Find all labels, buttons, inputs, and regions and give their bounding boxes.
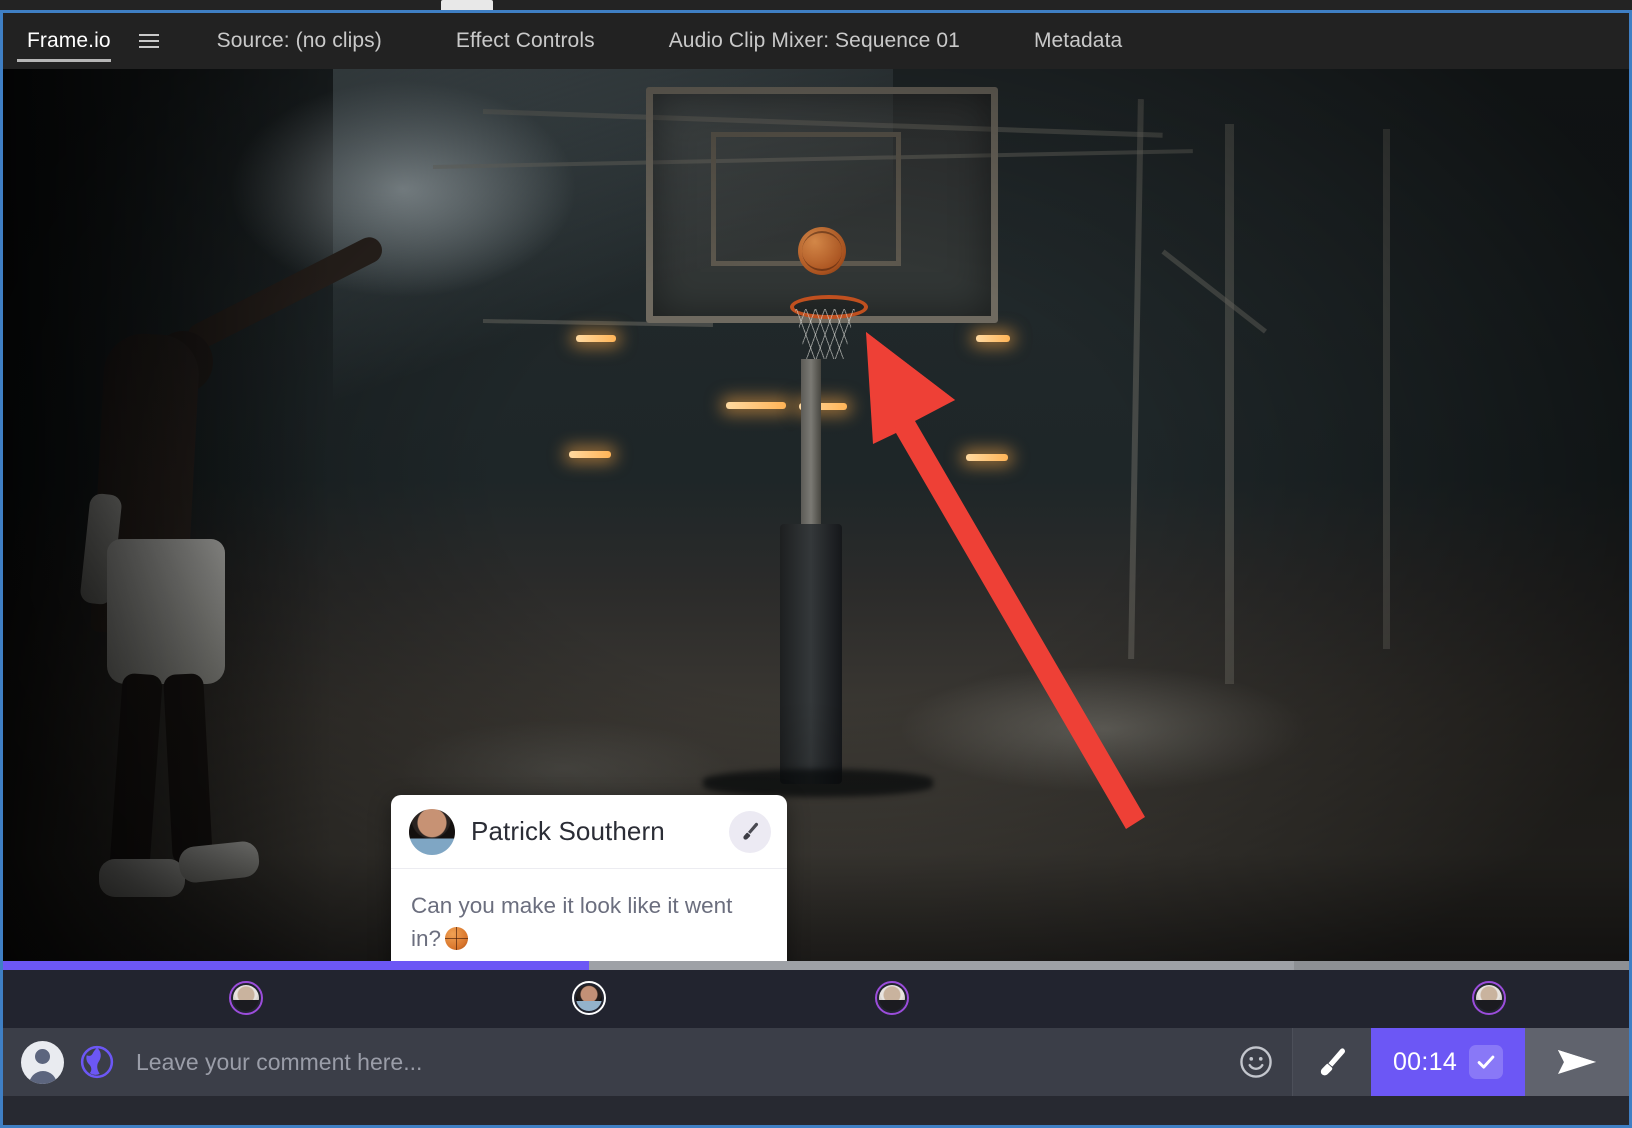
emoji-picker-button[interactable] bbox=[1220, 1028, 1292, 1096]
video-scrubber[interactable] bbox=[3, 961, 1629, 970]
comment-body: Can you make it look like it went in? bbox=[391, 869, 787, 961]
comment-composer: Leave your comment here... 00:14 bbox=[3, 1028, 1629, 1096]
scrubber-progress bbox=[3, 961, 589, 970]
avatar bbox=[879, 985, 905, 1011]
comment-text: Can you make it look like it went bbox=[411, 893, 733, 918]
checkmark-icon bbox=[1469, 1045, 1504, 1079]
frame-vignette bbox=[3, 69, 1629, 961]
timestamp-toggle-button[interactable]: 00:14 bbox=[1371, 1028, 1525, 1096]
tab-frameio[interactable]: Frame.io bbox=[3, 13, 125, 69]
checkmark-glyph bbox=[1477, 1055, 1495, 1069]
comment-popup[interactable]: Patrick Southern Can you make it look li… bbox=[391, 795, 787, 961]
comment-popup-header: Patrick Southern bbox=[391, 795, 787, 869]
comment-marker[interactable] bbox=[229, 981, 263, 1015]
avatar bbox=[233, 985, 259, 1011]
comment-input-placeholder: Leave your comment here... bbox=[136, 1048, 423, 1075]
comment-text-line2: in? bbox=[411, 926, 442, 951]
timestamp-label: 00:14 bbox=[1392, 1047, 1458, 1076]
frameio-panel: Frame.io Source: (no clips) Effect Contr… bbox=[0, 0, 1632, 1128]
tab-audio-clip-mixer[interactable]: Audio Clip Mixer: Sequence 01 bbox=[655, 13, 974, 69]
default-user-avatar-icon bbox=[21, 1040, 64, 1084]
tab-effect-controls[interactable]: Effect Controls bbox=[442, 13, 609, 69]
panel-tab-bar: Frame.io Source: (no clips) Effect Contr… bbox=[3, 13, 1629, 69]
basketball-emoji-icon bbox=[445, 927, 469, 950]
send-comment-button[interactable] bbox=[1525, 1028, 1629, 1096]
comment-marker-active[interactable] bbox=[572, 981, 606, 1015]
comment-input[interactable]: Leave your comment here... bbox=[114, 1028, 1220, 1096]
tab-source-label: Source: (no clips) bbox=[216, 29, 382, 52]
hamburger-menu-icon[interactable] bbox=[138, 34, 159, 48]
draw-annotation-button[interactable] bbox=[1292, 1028, 1371, 1096]
avatar bbox=[576, 985, 602, 1011]
comment-author-name: Patrick Southern bbox=[471, 816, 665, 846]
tab-metadata[interactable]: Metadata bbox=[1020, 13, 1136, 69]
tab-audio-clip-mixer-label: Audio Clip Mixer: Sequence 01 bbox=[668, 29, 960, 52]
tab-active-underline bbox=[17, 59, 111, 62]
panel-drag-nub[interactable] bbox=[441, 0, 493, 11]
paintbrush-icon[interactable] bbox=[729, 810, 771, 853]
comment-marker-lane[interactable] bbox=[3, 970, 1629, 1028]
composer-identity bbox=[3, 1028, 114, 1096]
globe-icon[interactable] bbox=[80, 1045, 114, 1079]
avatar bbox=[1476, 985, 1502, 1011]
panel-bottom-strip bbox=[3, 1096, 1629, 1125]
tab-source[interactable]: Source: (no clips) bbox=[203, 13, 396, 69]
tab-metadata-label: Metadata bbox=[1033, 29, 1123, 52]
comment-marker[interactable] bbox=[875, 981, 909, 1015]
avatar bbox=[409, 808, 455, 855]
tab-effect-controls-label: Effect Controls bbox=[455, 29, 595, 52]
comment-marker[interactable] bbox=[1472, 981, 1506, 1015]
tab-frameio-label: Frame.io bbox=[27, 29, 111, 52]
paintbrush-icon bbox=[1320, 1048, 1346, 1076]
smiley-face-icon bbox=[1240, 1046, 1272, 1078]
paintbrush-glyph bbox=[743, 822, 759, 840]
video-viewer[interactable]: Patrick Southern Can you make it look li… bbox=[3, 69, 1629, 961]
send-paper-plane-icon bbox=[1558, 1050, 1596, 1074]
